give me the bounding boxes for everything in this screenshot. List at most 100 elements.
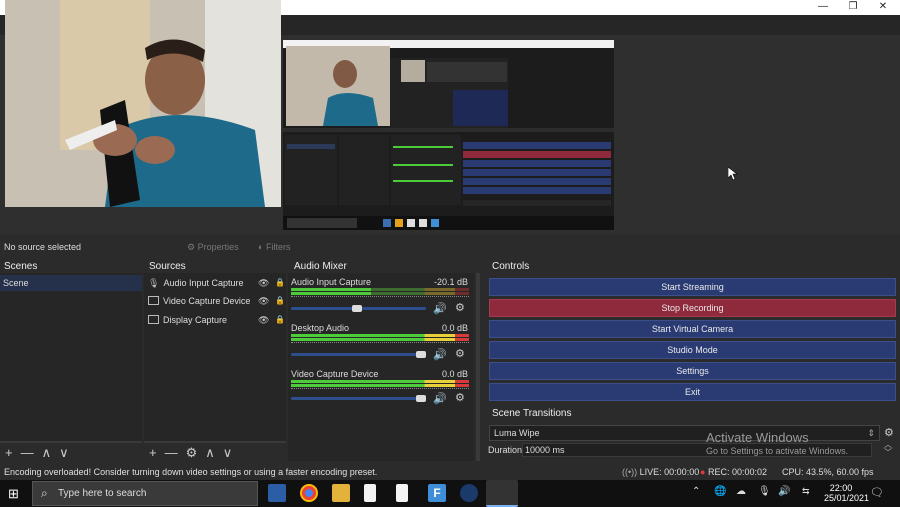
- filters-button[interactable]: ◐ Filters: [258, 242, 290, 252]
- volume-tray-icon[interactable]: 🔊: [778, 486, 790, 497]
- move-scene-up-button[interactable]: ∧: [42, 445, 60, 460]
- gear-icon[interactable]: ⚙: [455, 301, 465, 314]
- scenes-divider: [0, 441, 142, 443]
- notifications-icon[interactable]: 🗨: [870, 486, 884, 499]
- volume-slider[interactable]: [291, 395, 426, 402]
- exit-button[interactable]: Exit: [489, 383, 896, 401]
- properties-button[interactable]: ⚙ Properties: [187, 242, 239, 253]
- move-scene-down-button[interactable]: ∨: [59, 445, 77, 460]
- source-item-audio-input[interactable]: 🎙 Audio Input Capture: [148, 274, 244, 292]
- camera-icon: [148, 296, 159, 305]
- document-icon[interactable]: [396, 484, 408, 502]
- settings-button[interactable]: Settings: [489, 362, 896, 380]
- add-source-button[interactable]: +: [149, 445, 165, 460]
- microphone-tray-icon[interactable]: 🎙: [758, 486, 771, 497]
- volume-meter: [291, 334, 469, 337]
- volume-meter-level: [291, 384, 469, 387]
- close-button[interactable]: ✕: [868, 0, 898, 15]
- volume-slider[interactable]: [291, 305, 426, 312]
- sources-toolbar: +—⚙∧∨: [149, 445, 240, 461]
- lock-icon[interactable]: 🔒: [275, 296, 285, 305]
- language-tray-icon[interactable]: ⇆: [802, 486, 810, 497]
- volume-meter: [291, 292, 469, 295]
- clock-date: 25/01/2021: [824, 493, 870, 503]
- speaker-icon[interactable]: 🔊: [433, 348, 447, 361]
- visibility-eye-icon[interactable]: 👁: [258, 278, 269, 289]
- source-label: Video Capture Device: [163, 296, 251, 306]
- move-source-down-button[interactable]: ∨: [223, 445, 241, 460]
- network-globe-icon[interactable]: 🌐: [714, 486, 726, 497]
- speaker-icon[interactable]: 🔊: [433, 302, 447, 315]
- gear-icon[interactable]: ⚙: [884, 426, 894, 439]
- studio-mode-button[interactable]: Studio Mode: [489, 341, 896, 359]
- taskbar-search-box[interactable]: ⌕ Type here to search: [32, 481, 258, 506]
- volume-slider-knob[interactable]: [416, 351, 426, 358]
- app-f-icon[interactable]: F: [428, 484, 446, 502]
- onedrive-icon[interactable]: ☁: [736, 486, 746, 497]
- volume-slider[interactable]: [291, 351, 426, 358]
- controls-title: Controls: [492, 261, 530, 272]
- minimize-button[interactable]: —: [808, 0, 838, 15]
- gear-icon[interactable]: ⚙: [455, 347, 465, 360]
- remove-source-button[interactable]: —: [165, 445, 186, 460]
- add-scene-button[interactable]: +: [5, 445, 21, 460]
- source-item-display-capture[interactable]: Display Capture: [148, 311, 227, 329]
- mouse-cursor: [727, 166, 738, 182]
- microphone-icon: 🎙: [148, 278, 160, 288]
- broadcast-icon: ((•)): [622, 467, 638, 477]
- mixer-channel-db: 0.0 dB: [441, 369, 468, 379]
- mixer-channel-name: Audio Input Capture: [291, 277, 372, 287]
- transition-selected-value: Luma Wipe: [494, 428, 540, 438]
- chevron-updown-icon: ⇕: [867, 428, 875, 438]
- no-source-label: No source selected: [4, 242, 82, 252]
- gear-icon[interactable]: ⚙: [455, 391, 465, 404]
- lock-icon[interactable]: 🔒: [275, 278, 285, 287]
- visibility-eye-icon[interactable]: 👁: [258, 315, 269, 326]
- scene-item[interactable]: Scene: [0, 275, 142, 291]
- transition-select[interactable]: Luma Wipe ⇕: [489, 425, 880, 441]
- document-icon[interactable]: [364, 484, 376, 502]
- task-view-icon[interactable]: [268, 484, 286, 502]
- windows-start-icon[interactable]: ⊞: [8, 486, 19, 502]
- duration-label: Duration: [488, 445, 523, 455]
- speaker-icon[interactable]: 🔊: [433, 392, 447, 405]
- mixer-channel-name: Desktop Audio: [291, 323, 350, 333]
- source-item-video-capture[interactable]: Video Capture Device: [148, 292, 250, 310]
- obs-icon[interactable]: [460, 484, 478, 502]
- clock[interactable]: 22:00 25/01/2021: [824, 483, 870, 503]
- duration-spinner[interactable]: ︿ ﹀: [884, 441, 892, 457]
- volume-slider-knob[interactable]: [416, 395, 426, 402]
- preview-canvas[interactable]: [283, 40, 614, 230]
- encoding-warning: Encoding overloaded! Consider turning do…: [4, 467, 378, 477]
- volume-meter-level: [291, 338, 469, 341]
- activate-windows-title: Activate Windows: [706, 430, 809, 445]
- source-settings-button[interactable]: ⚙: [186, 445, 206, 460]
- visibility-eye-icon[interactable]: 👁: [258, 296, 269, 307]
- scene-transitions-title: Scene Transitions: [492, 408, 572, 419]
- sources-title: Sources: [149, 261, 186, 272]
- filters-label: Filters: [265, 242, 291, 252]
- mixer-channel-db: -20.1 dB: [433, 277, 468, 287]
- volume-meter-level: [291, 288, 372, 291]
- source-label: Audio Input Capture: [163, 278, 244, 288]
- stop-recording-button[interactable]: Stop Recording: [489, 299, 896, 317]
- obs-active-icon[interactable]: [486, 480, 518, 507]
- lock-icon[interactable]: 🔒: [275, 315, 285, 324]
- source-label: Display Capture: [163, 315, 228, 325]
- volume-slider-knob[interactable]: [352, 305, 362, 312]
- move-source-up-button[interactable]: ∧: [205, 445, 223, 460]
- search-icon: ⌕: [41, 486, 48, 500]
- system-tray-chevron-icon[interactable]: ⌃: [692, 486, 700, 497]
- monitor-icon: [148, 315, 159, 324]
- remove-scene-button[interactable]: —: [21, 445, 42, 460]
- mixer-channel-db: 0.0 dB: [441, 323, 468, 333]
- mixer-scrollbar[interactable]: [476, 273, 480, 461]
- chrome-icon[interactable]: [300, 484, 318, 502]
- volume-meter-level: [291, 380, 469, 383]
- file-explorer-icon[interactable]: [332, 484, 350, 502]
- start-streaming-button[interactable]: Start Streaming: [489, 278, 896, 296]
- webcam-image: [5, 0, 281, 207]
- restore-button[interactable]: ❐: [838, 0, 868, 15]
- scenes-title: Scenes: [4, 261, 38, 272]
- start-virtual-camera-button[interactable]: Start Virtual Camera: [489, 320, 896, 338]
